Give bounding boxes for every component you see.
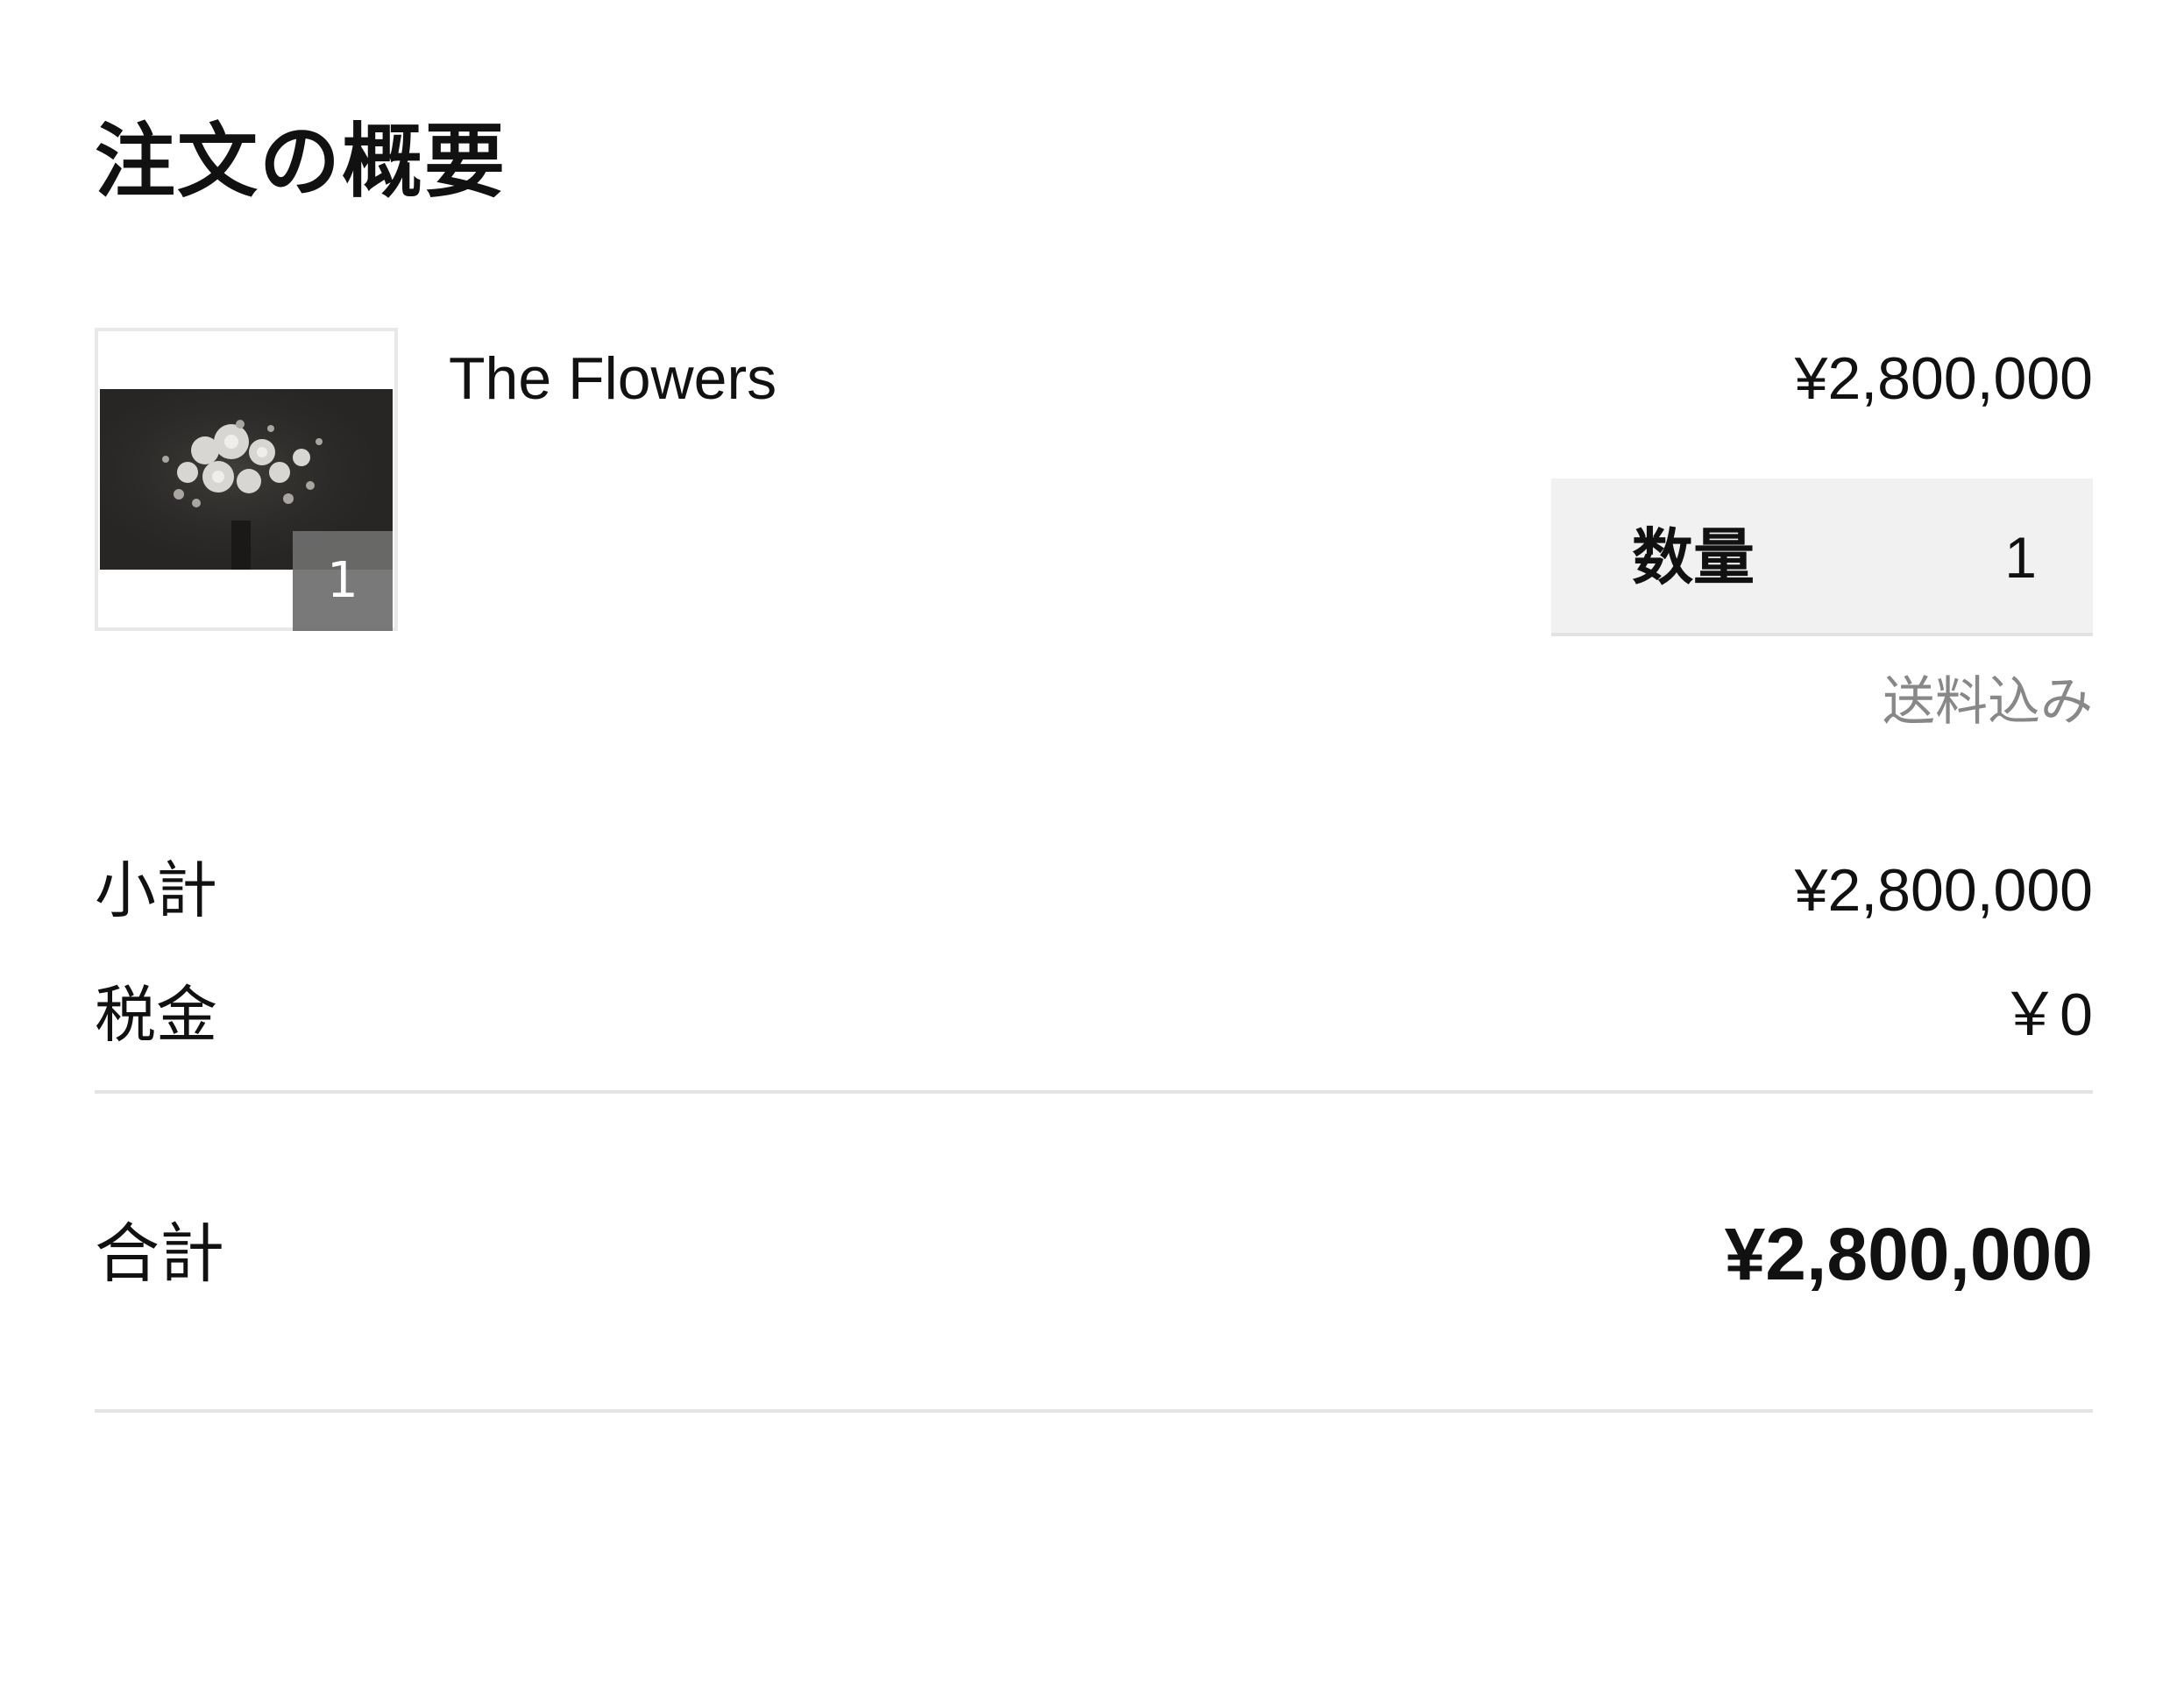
total-row: 合計 ¥2,800,000 xyxy=(95,1206,2093,1302)
quantity-label: 数量 xyxy=(1632,521,1755,593)
page-title: 注文の概要 xyxy=(95,115,507,209)
subtotal-label: 小計 xyxy=(95,854,217,926)
tax-value: ￥0 xyxy=(2000,982,2093,1048)
quantity-badge: 1 xyxy=(293,531,393,631)
divider xyxy=(95,1409,2093,1413)
subtotal-row: 小計 ¥2,800,000 xyxy=(95,847,2093,934)
total-value: ¥2,800,000 xyxy=(1724,1213,2093,1295)
product-price: ¥2,800,000 xyxy=(1794,345,2093,412)
divider xyxy=(95,1090,2093,1094)
quantity-field[interactable]: 数量 1 xyxy=(1551,478,2093,636)
tax-row: 税金 ￥0 xyxy=(95,971,2093,1059)
quantity-value[interactable]: 1 xyxy=(2004,514,2037,601)
product-thumbnail: 1 xyxy=(95,328,398,631)
subtotal-value: ¥2,800,000 xyxy=(1794,857,2093,924)
tax-label: 税金 xyxy=(95,979,217,1051)
total-label: 合計 xyxy=(95,1216,224,1292)
product-name: The Flowers xyxy=(449,345,777,412)
shipping-included-note: 送料込み xyxy=(1883,671,2093,733)
